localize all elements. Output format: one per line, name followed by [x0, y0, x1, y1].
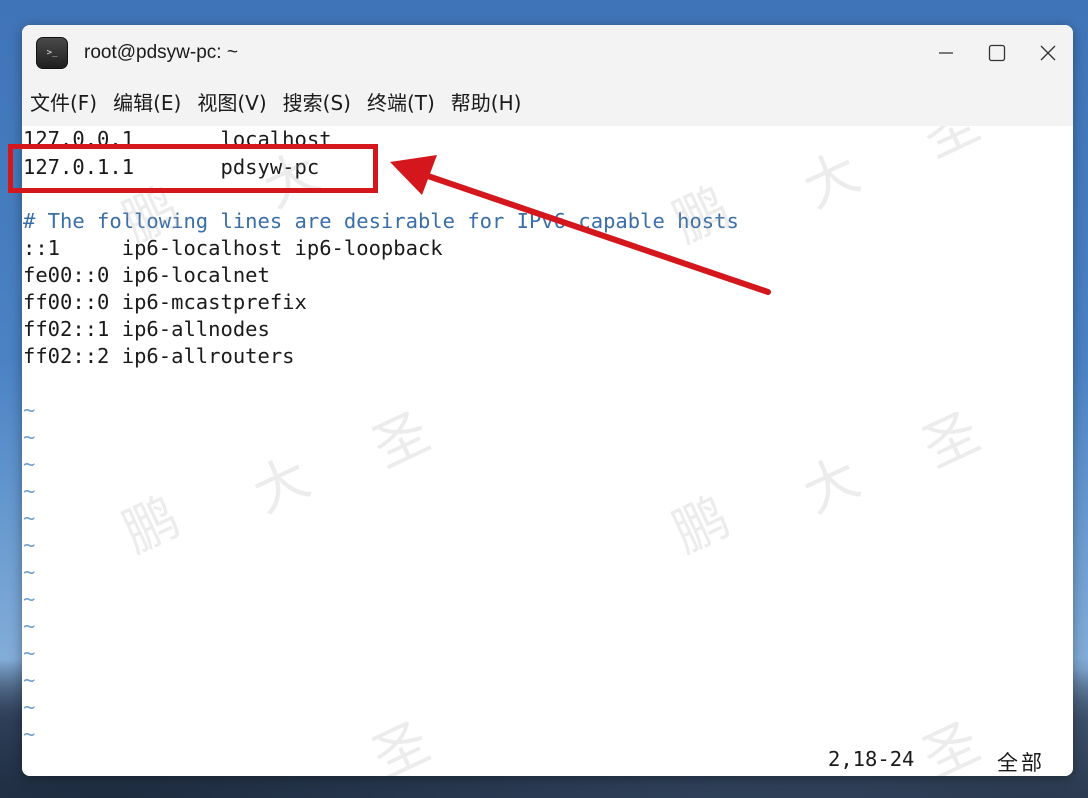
close-button[interactable]: [1022, 25, 1073, 81]
scrollbar[interactable]: [1062, 126, 1073, 776]
empty-line-tilde: ~: [23, 668, 36, 692]
empty-line-tilde: ~: [23, 533, 36, 557]
watermark-char: 大: [793, 140, 869, 220]
watermark-char: 鹏: [113, 485, 189, 565]
hosts-line-mcastprefix: ff00::0 ip6-mcastprefix: [23, 290, 307, 314]
watermark-char: 圣: [913, 400, 989, 480]
hosts-line-localnet: fe00::0 ip6-localnet: [23, 263, 270, 287]
minimize-button[interactable]: [920, 25, 971, 81]
watermark-char: 大: [793, 445, 869, 525]
empty-line-tilde: ~: [23, 695, 36, 719]
watermark-char: 圣: [363, 710, 439, 776]
watermark-char: 大: [243, 445, 319, 525]
maximize-button[interactable]: [971, 25, 1022, 81]
highlight-box: [8, 144, 378, 193]
close-icon: [1040, 45, 1055, 61]
hosts-line-allrouters: ff02::2 ip6-allrouters: [23, 344, 295, 368]
empty-line-tilde: ~: [23, 722, 36, 746]
terminal-content[interactable]: 127.0.0.1 localhost 127.0.1.1 pdsyw-pc #…: [22, 126, 1062, 776]
watermark-char: 圣: [913, 710, 989, 776]
empty-line-tilde: ~: [23, 560, 36, 584]
empty-line-tilde: ~: [23, 506, 36, 530]
terminal-window[interactable]: >_ root@pdsyw-pc: ~ 文件(F) 编辑(E) 视图(V) 搜索…: [22, 25, 1073, 776]
hosts-line-allnodes: ff02::1 ip6-allnodes: [23, 317, 270, 341]
watermark-char: 鹏: [663, 485, 739, 565]
title-bar[interactable]: >_ root@pdsyw-pc: ~: [22, 25, 1073, 81]
terminal-app-icon-glyph: >_: [46, 48, 58, 58]
empty-line-tilde: ~: [23, 425, 36, 449]
empty-line-tilde: ~: [23, 587, 36, 611]
menu-search[interactable]: 搜索(S): [275, 81, 359, 126]
menu-bar: 文件(F) 编辑(E) 视图(V) 搜索(S) 终端(T) 帮助(H): [22, 81, 1073, 126]
minimize-icon: [938, 52, 953, 54]
empty-line-tilde: ~: [23, 641, 36, 665]
menu-file[interactable]: 文件(F): [22, 81, 105, 126]
menu-view[interactable]: 视图(V): [189, 81, 274, 126]
watermark-char: 圣: [913, 126, 989, 170]
empty-line-tilde: ~: [23, 614, 36, 638]
hosts-comment-line: # The following lines are desirable for …: [23, 209, 739, 233]
menu-edit[interactable]: 编辑(E): [105, 81, 189, 126]
empty-line-tilde: ~: [23, 398, 36, 422]
menu-terminal[interactable]: 终端(T): [359, 81, 443, 126]
watermark-char: 圣: [363, 400, 439, 480]
window-title: root@pdsyw-pc: ~: [84, 42, 238, 63]
terminal-app-icon: >_: [36, 37, 68, 69]
cursor-position-status: 2,18-24: [828, 747, 915, 771]
scroll-range-status: 全部: [997, 751, 1045, 775]
maximize-icon: [988, 44, 1005, 62]
menu-help[interactable]: 帮助(H): [443, 81, 530, 126]
empty-line-tilde: ~: [23, 479, 36, 503]
hosts-line-ipv6-localhost: ::1 ip6-localhost ip6-loopback: [23, 236, 443, 260]
empty-line-tilde: ~: [23, 452, 36, 476]
